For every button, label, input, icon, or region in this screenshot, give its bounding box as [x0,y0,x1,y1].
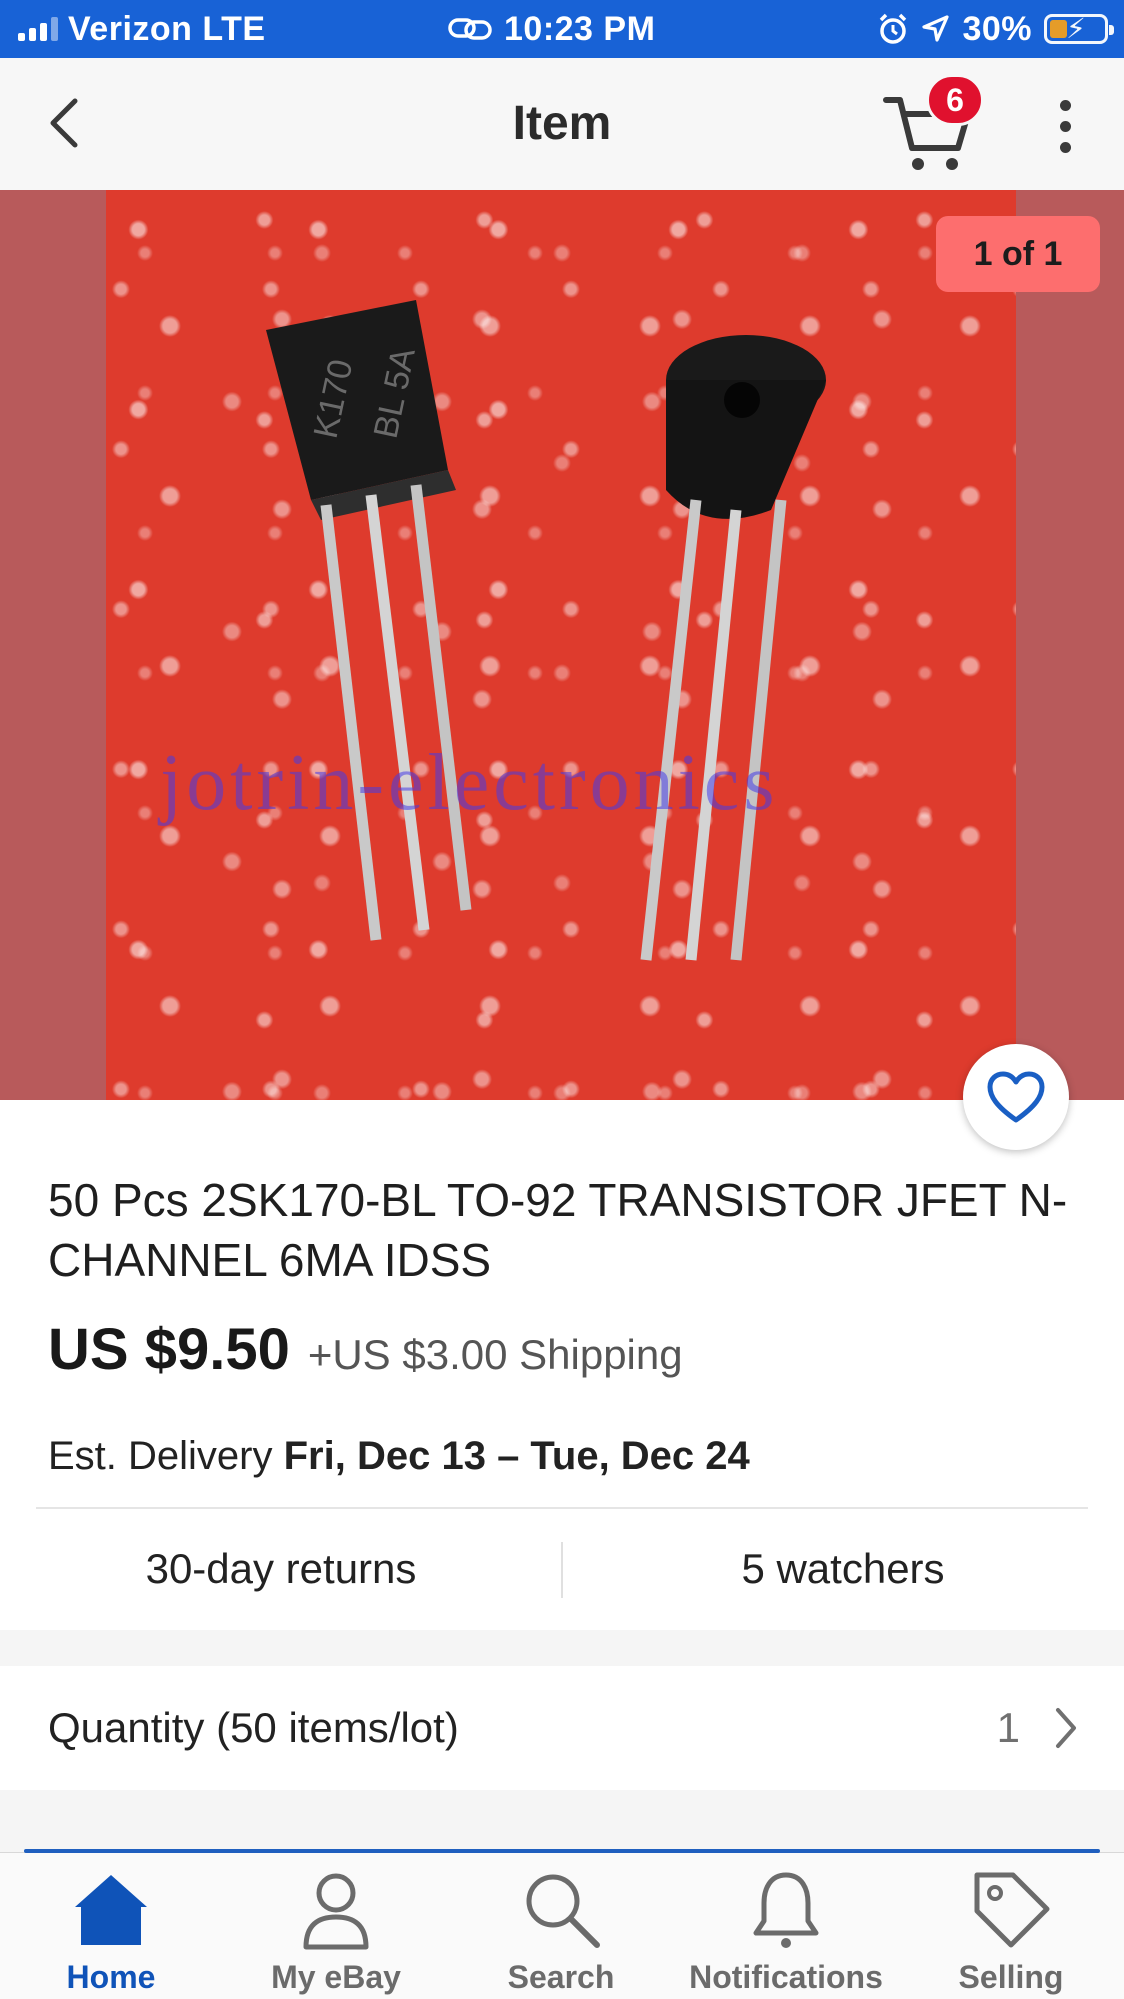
product-photo[interactable]: K170 BL 5A jotrin-electronics [106,190,1016,1100]
nav-home[interactable]: Home [11,1867,211,1997]
nav-my-ebay[interactable]: My eBay [236,1867,436,1997]
signal-icon [18,17,58,41]
battery-icon: ⚡ [1044,13,1114,44]
item-page: Verizon LTE 10:23 PM 30% ⚡ Item 6 K170 B… [0,0,1124,1999]
bell-icon [753,1872,819,1948]
location-arrow-icon [922,15,950,42]
chevron-right-icon [1056,1708,1076,1748]
nav-selling-label: Selling [958,1959,1064,1995]
item-price: US $9.50 [48,1317,290,1382]
status-right: 30% ⚡ [878,8,1114,50]
chevron-left-icon [50,98,78,148]
shipping-cost: +US $3.00 Shipping [307,1331,683,1378]
nav-search-label: Search [507,1959,615,1995]
image-counter: 1 of 1 [936,216,1100,292]
nav-selling[interactable]: Selling [911,1867,1111,1997]
divider [36,1507,1088,1509]
more-options-button[interactable] [1040,78,1090,174]
nav-notifications[interactable]: Notifications [686,1867,886,1997]
content-edge [24,1849,1100,1853]
delivery-dates: Fri, Dec 13 – Tue, Dec 24 [283,1434,750,1478]
transistor-photo-icon: K170 BL 5A [266,300,826,961]
alarm-icon [880,13,907,44]
quantity-label: Quantity (50 items/lot) [48,1704,459,1751]
home-icon [75,1875,147,1945]
estimated-delivery: Est. Delivery Fri, Dec 13 – Tue, Dec 24 [48,1434,750,1479]
price-row: US $9.50 +US $3.00 Shipping [48,1316,683,1383]
dot-icon [1059,99,1071,111]
status-center: 10:23 PM [448,8,655,50]
bottom-nav: Home My eBay Search Notifications Sellin… [0,1849,1124,1999]
returns-info[interactable]: 30-day returns [0,1510,562,1628]
dot-icon [1059,141,1071,153]
cart-count-badge: 6 [926,74,984,126]
battery-percent: 30% [962,9,1032,48]
back-button[interactable] [34,90,94,156]
nav-home-label: Home [66,1959,156,1995]
status-left: Verizon LTE [18,8,266,50]
status-bar: Verizon LTE 10:23 PM 30% ⚡ [0,0,1124,58]
clock: 10:23 PM [504,9,656,48]
section-spacer [0,1630,1124,1666]
delivery-prefix: Est. Delivery [48,1434,273,1478]
nav-search[interactable]: Search [461,1867,661,1997]
carrier-label: Verizon LTE [68,9,266,48]
person-icon [303,1873,369,1950]
watermark-text: jotrin-electronics [160,739,779,827]
image-gallery[interactable]: K170 BL 5A jotrin-electronics 1 of 1 [0,190,1124,1100]
heart-icon [987,1071,1045,1123]
watch-button[interactable] [963,1044,1069,1150]
dot-icon [1059,120,1071,132]
nav-my-ebay-label: My eBay [271,1959,401,1995]
item-title: 50 Pcs 2SK170-BL TO-92 TRANSISTOR JFET N… [48,1174,1068,1286]
item-stats: 30-day returns 5 watchers [0,1510,1124,1628]
app-header: Item 6 [0,58,1124,190]
section-spacer [0,1790,1124,1852]
link-icon [448,18,492,40]
tag-icon [974,1872,1050,1948]
stats-separator [561,1542,563,1598]
watchers-count: 5 watchers [741,1545,945,1592]
nav-notifications-label: Notifications [689,1959,883,1995]
quantity-selector[interactable]: Quantity (50 items/lot) 1 [0,1666,1124,1790]
search-icon [526,1874,600,1948]
quantity-value: 1 [996,1704,1020,1751]
